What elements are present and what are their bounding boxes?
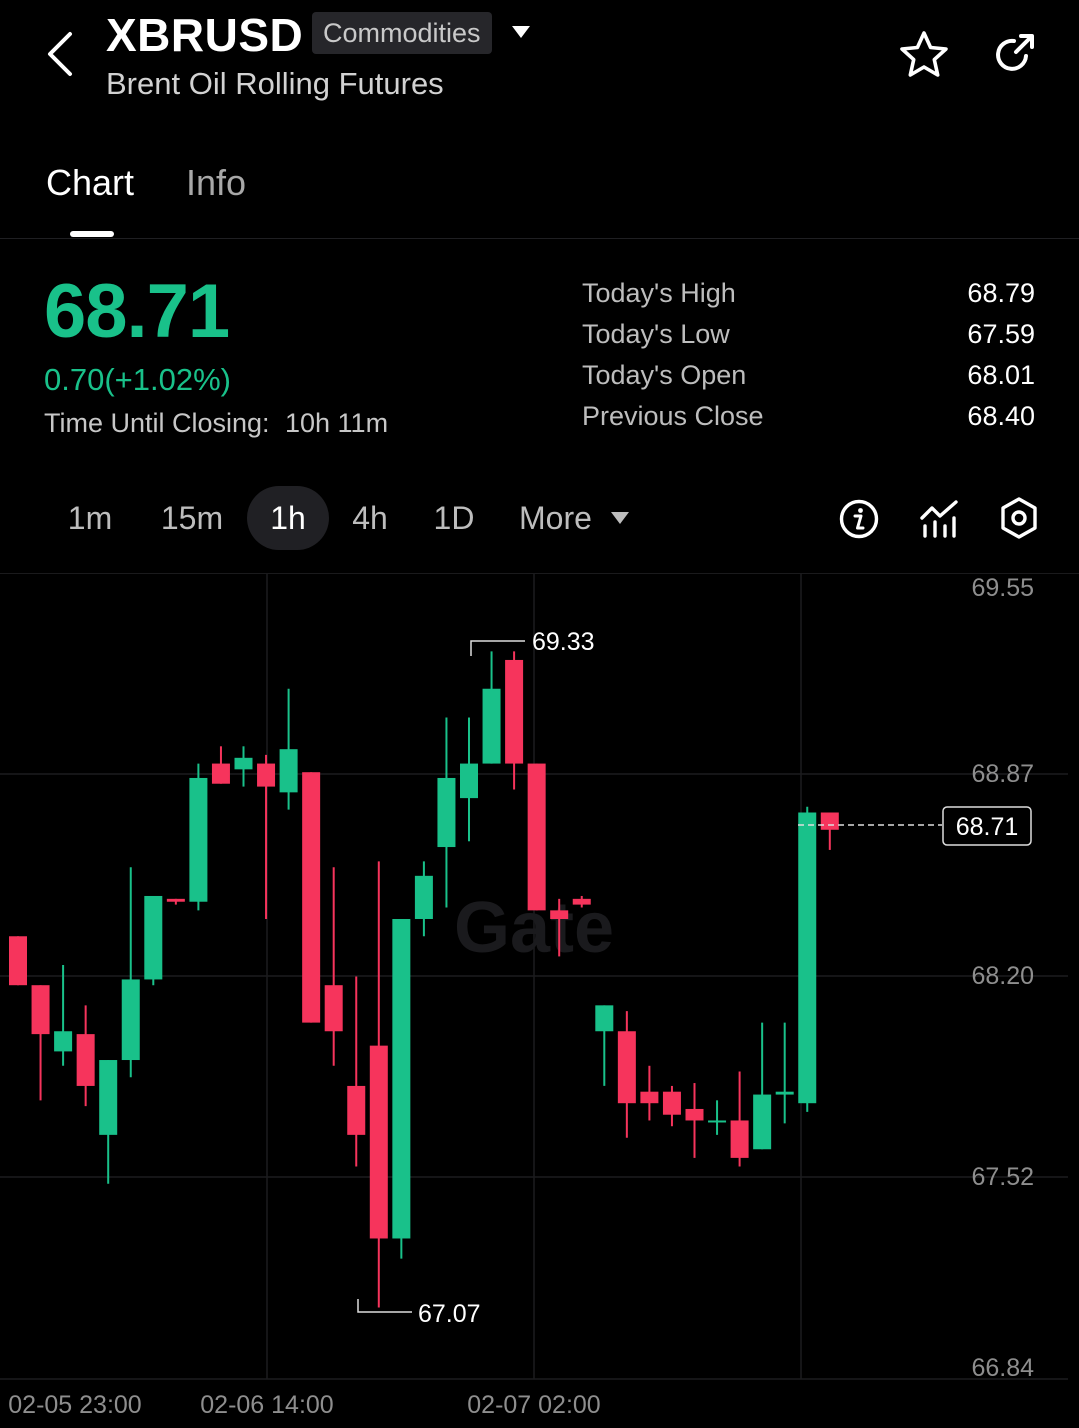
candle-body: [572, 898, 591, 905]
settings-icon[interactable]: [998, 496, 1040, 540]
candle-body: [437, 777, 456, 848]
candle-body: [279, 749, 298, 793]
active-tab-indicator: [70, 231, 114, 237]
stat-open-value: 68.01: [967, 360, 1035, 390]
candle-body: [595, 1005, 614, 1032]
last-price: 68.71: [44, 269, 230, 354]
y-tick-label: 68.87: [971, 760, 1034, 788]
stat-prev-close-value: 68.40: [967, 401, 1035, 431]
stat-low-label: Today's Low: [582, 319, 730, 349]
candle-body: [527, 763, 546, 911]
candle-body: [9, 936, 27, 986]
candle-body: [324, 985, 343, 1032]
closing-time-label: Time Until Closing:: [44, 408, 270, 438]
candle-body: [820, 812, 839, 830]
stat-low-value: 67.59: [967, 319, 1035, 349]
candles-group: [9, 651, 839, 1308]
candle-body: [166, 898, 185, 902]
timeframe-1h[interactable]: 1h: [247, 486, 329, 550]
tab-chart[interactable]: Chart: [46, 162, 134, 204]
candle-body: [369, 1045, 388, 1239]
y-tick-label: 66.84: [971, 1354, 1034, 1382]
candle-body: [211, 763, 230, 784]
x-tick-label: 02-05 23:00: [8, 1391, 141, 1419]
indicators-icon[interactable]: [918, 498, 960, 540]
stat-open-label: Today's Open: [582, 360, 747, 390]
tabs-divider: [0, 238, 1079, 239]
more-caret-down-icon: [611, 512, 629, 524]
candle-body: [775, 1091, 794, 1095]
candle-body: [460, 763, 478, 799]
candle-body: [482, 688, 501, 764]
candle-body: [708, 1120, 727, 1123]
candle-body: [685, 1108, 704, 1121]
candle-body: [54, 1031, 73, 1052]
low-marker-line: [357, 1299, 412, 1313]
timeframe-15m[interactable]: 15m: [150, 486, 234, 550]
closing-time-value: 10h 11m: [285, 408, 389, 438]
candle-body: [234, 757, 253, 770]
candle-body: [662, 1091, 681, 1115]
more-timeframes-button[interactable]: More: [519, 486, 592, 550]
last-price-tag-label: 68.71: [956, 813, 1019, 841]
candle-body: [414, 875, 433, 919]
candle-body: [144, 895, 163, 980]
candle-body: [99, 1060, 118, 1135]
tab-info[interactable]: Info: [186, 162, 246, 204]
candle-body: [730, 1120, 749, 1158]
candle-body: [505, 659, 524, 764]
high-marker-line: [470, 640, 525, 656]
candle-body: [550, 910, 569, 919]
info-icon[interactable]: [838, 498, 880, 540]
candle-body: [347, 1085, 366, 1135]
x-tick-label: 02-06 14:00: [200, 1391, 333, 1419]
timeframe-1d[interactable]: 1D: [420, 486, 488, 550]
category-badge: Commodities: [312, 12, 492, 54]
symbol-title: XBRUSD: [106, 9, 304, 61]
candle-body: [617, 1031, 636, 1104]
x-tick-label: 02-07 02:00: [467, 1391, 600, 1419]
stat-high-value: 68.79: [967, 278, 1035, 308]
candle-body: [753, 1094, 772, 1150]
timeframe-4h[interactable]: 4h: [338, 486, 402, 550]
candlestick-chart[interactable]: Gate 69.55 68.87 68.20 67.52 66.84 02-05…: [0, 574, 1079, 1428]
candle-body: [798, 812, 817, 1104]
back-chevron-icon[interactable]: [40, 28, 84, 80]
low-marker-label: 67.07: [418, 1300, 481, 1328]
stat-high-label: Today's High: [582, 278, 736, 308]
y-tick-label: 68.20: [971, 962, 1034, 990]
candle-body: [121, 979, 140, 1061]
y-tick-label: 69.55: [971, 574, 1034, 602]
caret-down-icon[interactable]: [510, 24, 532, 40]
timeframe-1m[interactable]: 1m: [52, 486, 128, 550]
candle-body: [76, 1034, 95, 1086]
stat-prev-close-label: Previous Close: [582, 401, 764, 431]
share-icon[interactable]: [988, 30, 1040, 80]
candle-body: [640, 1091, 659, 1104]
candle-body: [189, 777, 208, 902]
instrument-subtitle: Brent Oil Rolling Futures: [106, 66, 444, 101]
candle-body: [31, 985, 50, 1035]
candle-body: [257, 763, 276, 787]
price-change: 0.70(+1.02%): [44, 362, 231, 397]
candle-body: [392, 918, 411, 1239]
star-icon[interactable]: [898, 30, 950, 80]
candle-body: [302, 772, 321, 1023]
high-marker-label: 69.33: [532, 628, 595, 656]
y-tick-label: 67.52: [971, 1163, 1034, 1191]
